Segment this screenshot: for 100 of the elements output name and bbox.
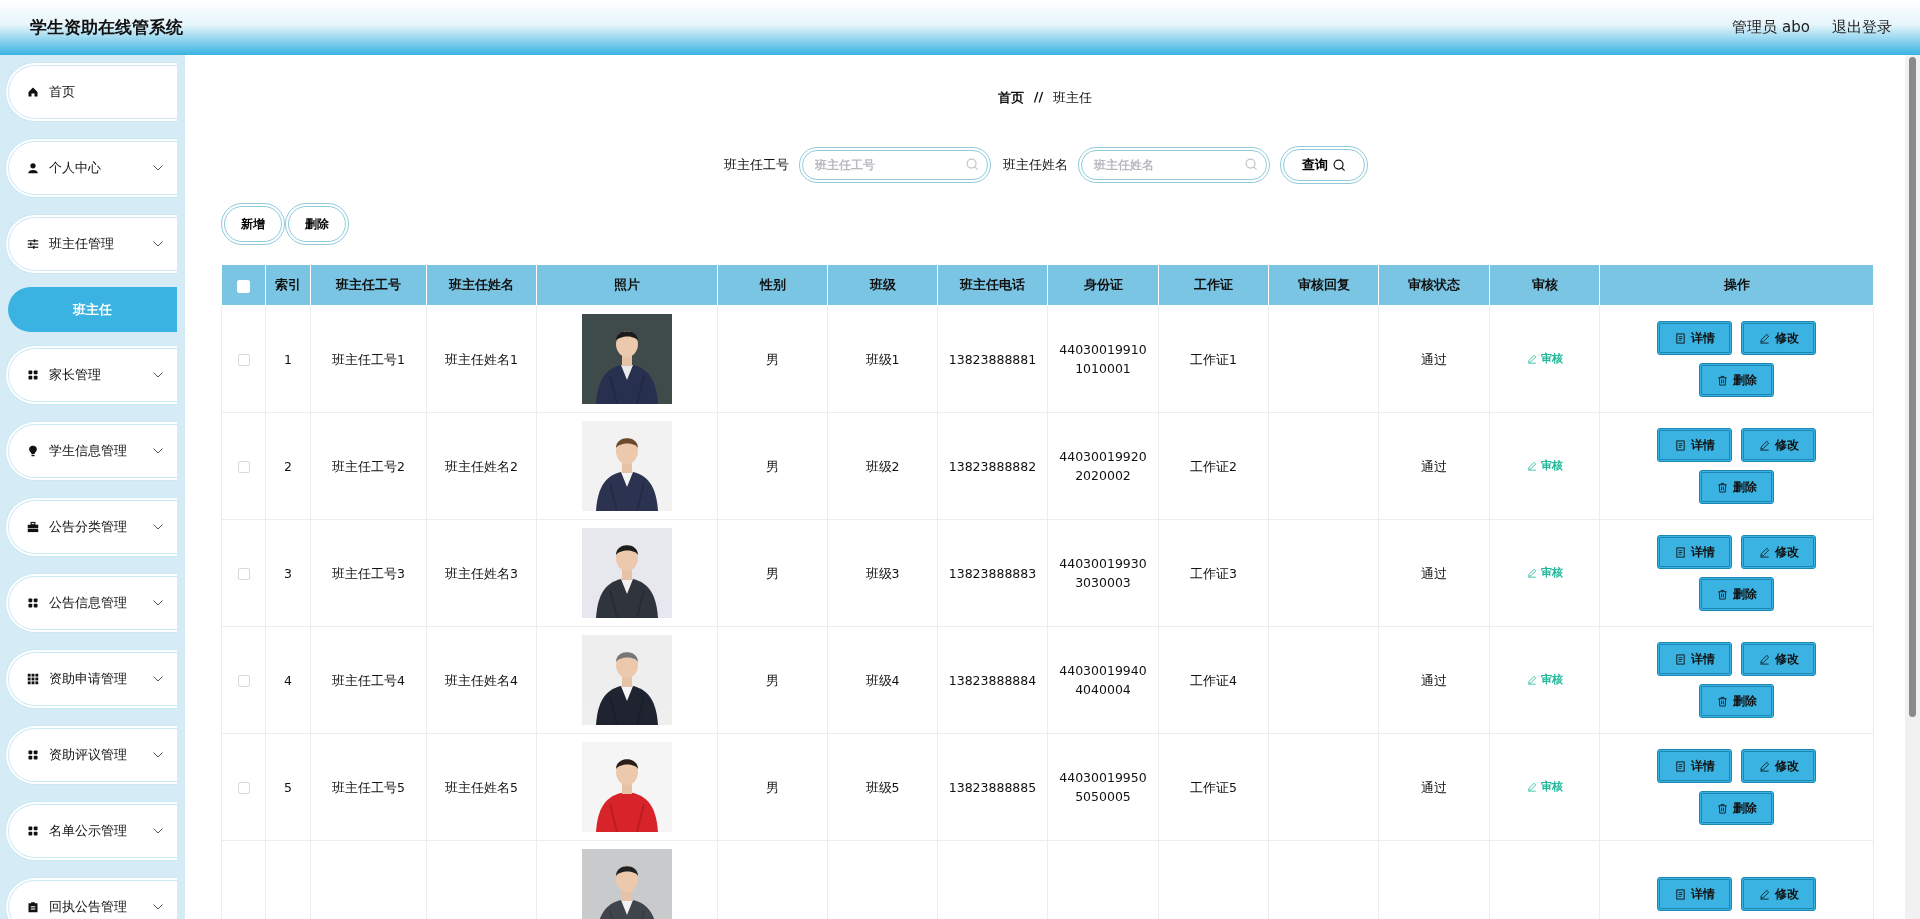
edit-button[interactable]: 修改 [1741, 428, 1816, 462]
table-cell: 班主任姓名4 [426, 626, 537, 734]
pencil-icon [1526, 567, 1537, 578]
table-cell: 班级4 [827, 626, 938, 734]
search-field[interactable]: 班主任姓名 [1078, 147, 1270, 183]
detail-button[interactable]: 详情 [1657, 321, 1732, 355]
table-cell: 通过 [1378, 412, 1490, 520]
search-icon [1333, 158, 1346, 172]
detail-button[interactable]: 详情 [1657, 428, 1732, 462]
table-cell: 班主任姓名1 [426, 305, 537, 413]
pencil-icon [1758, 653, 1770, 665]
table-cell: 班级1 [827, 305, 938, 413]
delete-button[interactable]: 删除 [1699, 470, 1774, 504]
table-cell: 班级5 [827, 733, 938, 841]
table-cell: 班主任工号2 [310, 412, 427, 520]
detail-button[interactable]: 详情 [1657, 877, 1732, 911]
sidebar-item[interactable]: 公告信息管理 [5, 573, 177, 633]
scrollbar-thumb[interactable] [1909, 57, 1916, 717]
clipboard-icon [27, 901, 39, 913]
table-cell: 男 [717, 412, 828, 520]
sidebar-item[interactable]: 家长管理 [5, 345, 177, 405]
sidebar-item[interactable]: 首页 [5, 62, 177, 122]
search-icon [966, 158, 979, 171]
detail-button[interactable]: 详情 [1657, 749, 1732, 783]
column-header: 索引 [265, 265, 311, 306]
sidebar-item[interactable]: 个人中心 [5, 138, 177, 198]
logout-link[interactable]: 退出登录 [1832, 18, 1892, 37]
pencil-icon [1526, 353, 1537, 364]
edit-button[interactable]: 修改 [1741, 877, 1816, 911]
checkbox[interactable] [237, 782, 250, 794]
field-label: 班主任姓名 [1003, 156, 1068, 174]
checkbox[interactable] [237, 675, 250, 687]
pencil-icon [1758, 332, 1770, 344]
pencil-icon [1758, 439, 1770, 451]
column-header: 班主任工号 [310, 265, 427, 306]
table-cell: 工作证4 [1158, 626, 1269, 734]
table-cell: 班主任姓名2 [426, 412, 537, 520]
trash-icon [1716, 374, 1728, 386]
sidebar-item[interactable]: 资助申请管理 [5, 649, 177, 709]
sidebar-item[interactable]: 回执公告管理 [5, 877, 177, 919]
app-title: 学生资助在线管系统 [30, 16, 184, 39]
delete-button[interactable]: 删除 [1699, 363, 1774, 397]
table-cell: 班主任工号4 [310, 626, 427, 734]
search-field[interactable]: 班主任工号 [799, 147, 991, 183]
edit-button[interactable]: 修改 [1741, 749, 1816, 783]
chevron-down-icon [153, 752, 163, 758]
sliders-icon [27, 238, 39, 250]
chevron-down-icon [153, 828, 163, 834]
table-cell: 440300199202020002 [1047, 412, 1159, 520]
bulb-icon [27, 445, 39, 457]
table-cell: 440300199101010001 [1047, 305, 1159, 413]
checkbox[interactable] [237, 461, 250, 473]
document-icon [1674, 546, 1686, 558]
table-cell: 440300199505050005 [1047, 733, 1159, 841]
table-cell: 440300199404040004 [1047, 626, 1159, 734]
column-header: 工作证 [1158, 265, 1269, 306]
edit-button[interactable]: 修改 [1741, 535, 1816, 569]
chevron-down-icon [153, 904, 163, 910]
table-cell: 13823888885 [937, 733, 1048, 841]
table-cell: 男 [717, 626, 828, 734]
pencil-icon [1526, 460, 1537, 471]
breadcrumb-separator: // [1033, 89, 1044, 106]
table-cell: 13823888883 [937, 519, 1048, 627]
detail-button[interactable]: 详情 [1657, 642, 1732, 676]
table-cell: 4 [265, 626, 311, 734]
grid-icon [27, 825, 39, 837]
sidebar-item[interactable]: 资助评议管理 [5, 725, 177, 785]
column-header: 审核状态 [1378, 265, 1490, 306]
table-cell: 通过 [1378, 733, 1490, 841]
table-cell: 班级2 [827, 412, 938, 520]
table-cell: 2 [265, 412, 311, 520]
delete-button[interactable]: 删除 [1699, 577, 1774, 611]
delete-button[interactable]: 删除 [1699, 684, 1774, 718]
query-button[interactable]: 查询 [1280, 146, 1368, 184]
table-cell: 班级3 [827, 519, 938, 627]
sidebar-item[interactable]: 学生信息管理 [5, 421, 177, 481]
column-header: 身份证 [1047, 265, 1159, 306]
sidebar-item[interactable]: 名单公示管理 [5, 801, 177, 861]
delete-button[interactable]: 删除 [1699, 791, 1774, 825]
table-cell: 通过 [1378, 519, 1490, 627]
trash-icon [1716, 481, 1728, 493]
grid-icon [27, 673, 39, 685]
breadcrumb-current: 班主任 [1053, 89, 1093, 107]
detail-button[interactable]: 详情 [1657, 535, 1732, 569]
chevron-down-icon [153, 676, 163, 682]
delete-button[interactable]: 删除 [285, 203, 349, 245]
checkbox[interactable] [237, 568, 250, 580]
edit-button[interactable]: 修改 [1741, 321, 1816, 355]
table-cell: 班主任工号1 [310, 305, 427, 413]
add-button[interactable]: 新增 [221, 203, 285, 245]
sidebar-item[interactable]: 公告分类管理 [5, 497, 177, 557]
column-header: 班主任姓名 [426, 265, 537, 306]
table-cell: 班主任姓名5 [426, 733, 537, 841]
table-cell: 1 [265, 305, 311, 413]
checkbox[interactable] [237, 354, 250, 366]
sidebar-item[interactable]: 班主任管理 [5, 214, 177, 274]
grid-icon [27, 369, 39, 381]
breadcrumb-link[interactable]: 首页 [997, 89, 1024, 113]
edit-button[interactable]: 修改 [1741, 642, 1816, 676]
column-header: 操作 [1599, 265, 1874, 306]
